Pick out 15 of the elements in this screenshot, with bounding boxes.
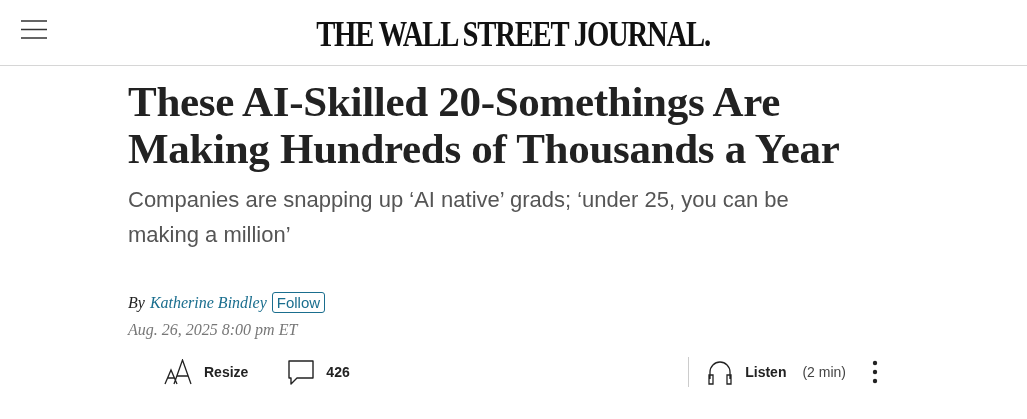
speech-bubble-icon xyxy=(288,359,315,385)
publish-date: Aug. 26, 2025 8:00 pm ET xyxy=(128,321,300,339)
author-link[interactable]: Katherine Bindley xyxy=(149,293,267,312)
text-size-icon xyxy=(164,359,192,385)
more-options-icon[interactable] xyxy=(872,360,878,384)
menu-icon[interactable] xyxy=(21,20,47,39)
headphones-icon xyxy=(707,359,734,385)
comments-button[interactable]: 426 xyxy=(288,359,350,385)
byline-prefix: By xyxy=(128,293,145,312)
headline: These AI-Skilled 20-Somethings Are Making Hundreds of Thousands a Year xyxy=(128,78,841,172)
listen-button[interactable]: Listen (2 min) xyxy=(707,359,846,385)
resize-button[interactable]: Resize xyxy=(164,359,249,385)
subheadline: Companies are snapping up ‘AI native’ grads; ‘under 25, you can be making a million’ xyxy=(128,186,790,249)
masthead-logo[interactable]: THE WALL STREET JOURNAL. xyxy=(316,10,711,55)
follow-button[interactable]: Follow xyxy=(271,292,326,313)
